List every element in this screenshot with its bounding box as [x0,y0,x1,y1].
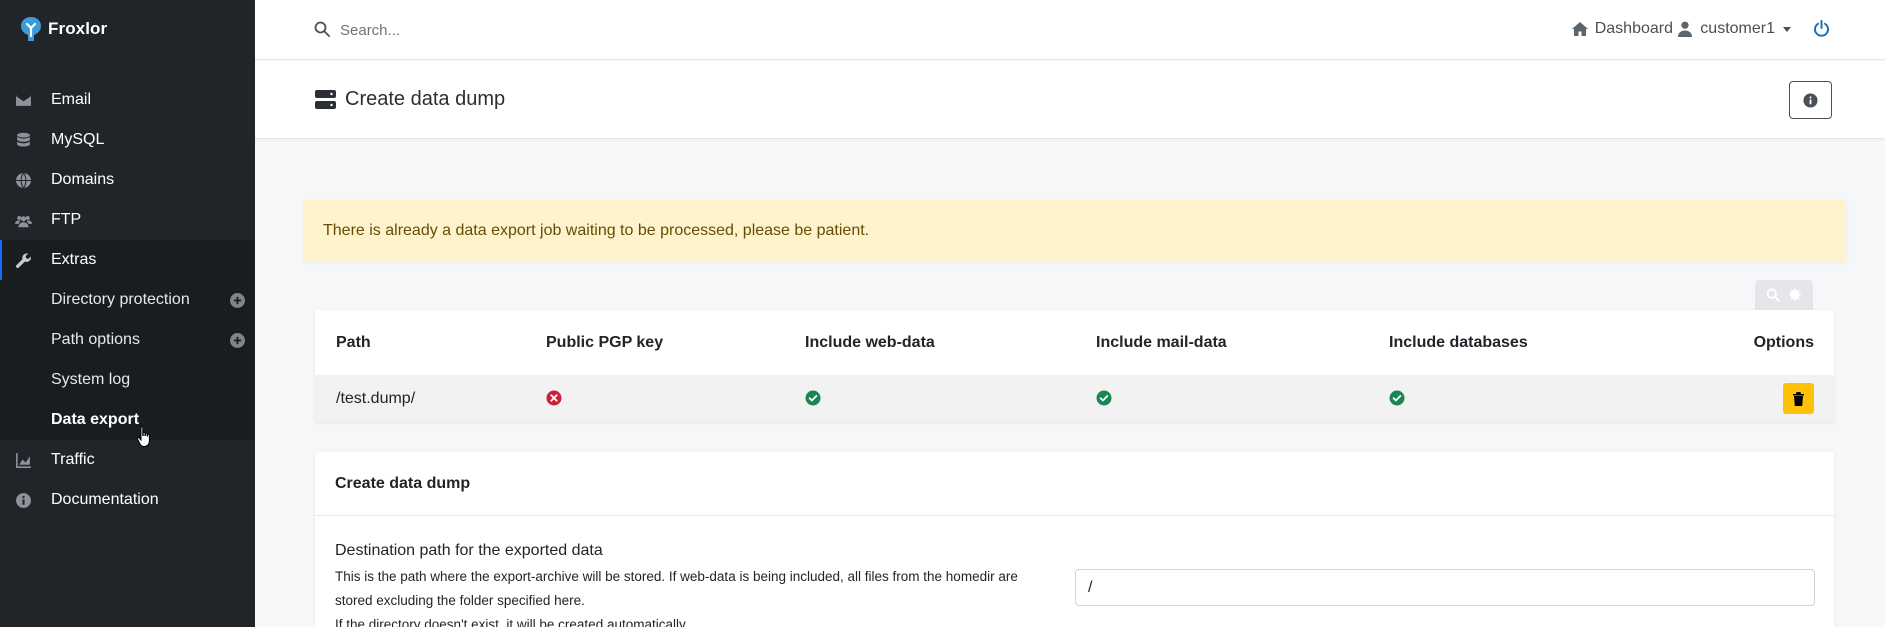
column-header-pgp: Public PGP key [546,333,664,351]
cell-databases [1368,375,1628,422]
users-icon [14,211,32,229]
user-menu-dropdown[interactable]: customer1 [1676,20,1791,38]
add-path-option-icon[interactable] [230,333,245,348]
sidebar: Froxlor Email MySQL Domains FTP Extras D… [0,0,255,627]
sidebar-item-mysql[interactable]: MySQL [0,120,255,160]
help-line: stored excluding the folder specified he… [335,593,585,608]
column-header-options: Options [1753,333,1814,351]
brand-logo[interactable]: Froxlor [20,14,107,44]
chevron-down-icon [1783,26,1791,32]
search-icon [314,21,330,37]
sidebar-item-email[interactable]: Email [0,80,255,120]
sidebar-subitem-system-log[interactable]: System log [0,360,255,400]
alert-text: There is already a data export job waiti… [323,222,870,239]
sidebar-item-label: Domains [51,171,115,188]
column-header-path: Path [336,333,371,351]
user-icon [1678,21,1693,37]
page-header: Create data dump [255,61,1885,139]
table-tools [1755,280,1813,310]
sidebar-item-label: Email [51,91,92,108]
user-name: customer1 [1700,20,1775,37]
sidebar-item-ftp[interactable]: FTP [0,200,255,240]
search-icon[interactable] [1766,288,1780,302]
page-title: Create data dump [345,88,506,110]
help-line: If the directory doesn't exist, it will … [335,617,689,627]
search-input[interactable] [340,18,640,42]
wrench-icon [14,251,32,269]
envelope-icon [14,91,32,109]
column-header-mail-data: Include mail-data [1096,333,1227,351]
cell-options [1628,375,1834,422]
data-export-table-card: Path Public PGP key Include web-data Inc… [315,310,1834,422]
cell-pgp [525,375,784,422]
sidebar-subitem-label: System log [51,371,131,388]
sidebar-subitem-directory-protection[interactable]: Directory protection [0,280,255,320]
warning-alert: There is already a data export job waiti… [303,200,1846,262]
cell-mail-data [1075,375,1368,422]
table-row: /test.dump/ [315,375,1834,422]
home-icon [1571,22,1588,36]
server-icon [315,90,336,109]
x-circle-icon [546,390,562,406]
info-circle-icon [1803,92,1818,108]
delete-button[interactable] [1783,383,1814,414]
sidebar-item-label: Traffic [51,451,95,468]
globe-icon [14,171,32,189]
sidebar-item-label: FTP [51,211,82,228]
column-header-web-data: Include web-data [805,333,935,351]
sidebar-item-label: MySQL [51,131,105,148]
database-icon [14,131,32,149]
sidebar-item-traffic[interactable]: Traffic [0,440,255,480]
sidebar-item-documentation[interactable]: Documentation [0,480,255,520]
sidebar-subitem-label: Directory protection [51,291,190,308]
check-circle-icon [805,390,821,406]
table-header-row: Path Public PGP key Include web-data Inc… [315,310,1834,375]
gear-icon[interactable] [1788,288,1802,302]
add-directory-protection-icon[interactable] [230,293,245,308]
check-circle-icon [1096,390,1112,406]
info-button[interactable] [1789,81,1832,119]
create-data-dump-form: Create data dump Destination path for th… [315,452,1834,627]
trash-icon [1793,391,1804,406]
brand-name: Froxlor [48,19,108,38]
destination-path-help: This is the path where the export-archiv… [335,565,1065,627]
sidebar-item-label: Documentation [51,491,159,508]
power-logout-icon[interactable] [1813,20,1830,38]
sidebar-item-extras[interactable]: Extras [0,240,255,280]
sidebar-nav: Email MySQL Domains FTP Extras Directory… [0,80,255,520]
extras-submenu: Directory protection Path options System… [0,280,255,440]
sidebar-subitem-data-export[interactable]: Data export [0,400,255,440]
sidebar-subitem-label: Path options [51,331,140,348]
cell-path: /test.dump/ [315,375,525,422]
froxlor-logo-icon [21,17,41,41]
dashboard-link[interactable]: Dashboard [1571,20,1673,38]
topbar: Dashboard customer1 [255,0,1885,60]
sidebar-item-label: Extras [51,251,97,268]
hand-cursor-icon [136,426,150,447]
check-circle-icon [1389,390,1405,406]
help-line: This is the path where the export-archiv… [335,569,1018,584]
dashboard-label: Dashboard [1594,20,1673,37]
sidebar-item-domains[interactable]: Domains [0,160,255,200]
form-title: Create data dump [315,452,1834,516]
column-header-databases: Include databases [1389,333,1528,351]
info-icon [14,491,32,509]
cell-web-data [784,375,1075,422]
destination-path-input[interactable] [1075,569,1815,606]
chart-icon [14,451,32,469]
data-export-table: Path Public PGP key Include web-data Inc… [315,310,1834,422]
sidebar-subitem-label: Data export [51,411,140,428]
destination-path-label: Destination path for the exported data [335,542,603,559]
sidebar-subitem-path-options[interactable]: Path options [0,320,255,360]
